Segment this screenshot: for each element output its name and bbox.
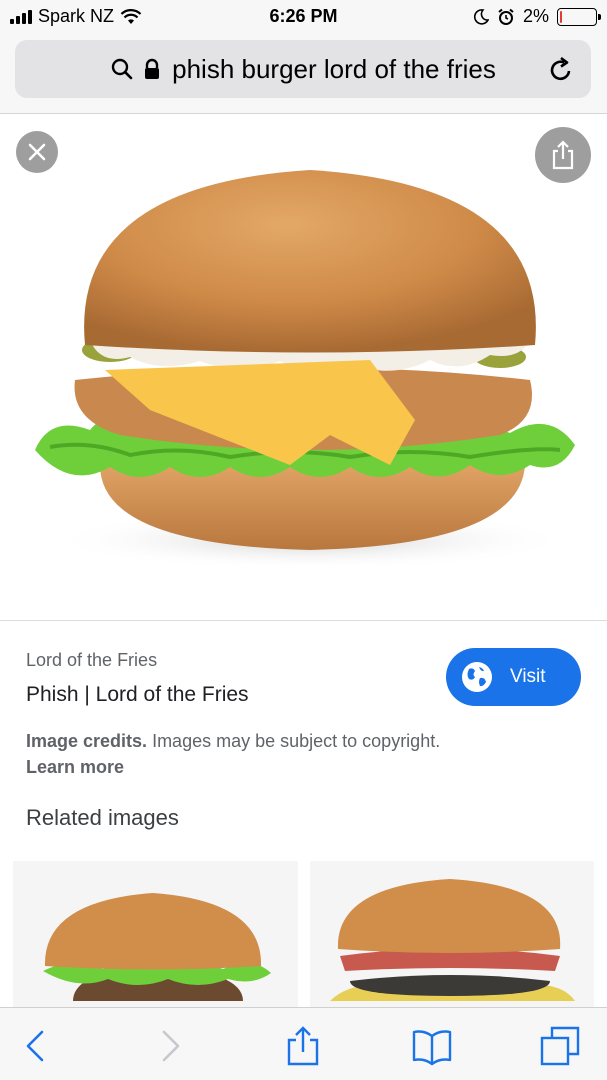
address-area: phish burger lord of the fries xyxy=(0,34,607,114)
status-bar: Spark NZ 6:26 PM 2% xyxy=(0,0,607,34)
related-image-1[interactable] xyxy=(13,861,298,1007)
browser-toolbar xyxy=(0,1007,607,1080)
burger-thumbnail xyxy=(13,861,298,1007)
site-name[interactable]: Lord of the Fries xyxy=(26,650,157,671)
page-title[interactable]: Phish | Lord of the Fries xyxy=(26,683,249,707)
related-image-2[interactable] xyxy=(310,861,594,1007)
battery-percent: 2% xyxy=(522,6,549,26)
back-icon[interactable] xyxy=(16,1026,56,1066)
tabs-icon[interactable] xyxy=(540,1026,580,1066)
battery-icon xyxy=(557,7,601,26)
learn-more-link[interactable]: Learn more xyxy=(26,757,124,777)
visit-label: Visit xyxy=(510,666,546,687)
image-viewer xyxy=(0,115,607,621)
address-bar[interactable]: phish burger lord of the fries xyxy=(15,40,591,98)
bookmarks-icon[interactable] xyxy=(412,1026,452,1066)
burger-thumbnail xyxy=(310,861,594,1007)
image-credits: Image credits. Images may be subject to … xyxy=(26,728,586,780)
burger-image xyxy=(35,170,575,565)
globe-icon xyxy=(462,662,492,692)
credits-text: Images may be subject to copyright. xyxy=(147,731,441,751)
reload-icon[interactable] xyxy=(547,56,575,84)
battery-level xyxy=(560,10,563,23)
url-text: phish burger lord of the fries xyxy=(172,53,496,84)
forward-icon[interactable] xyxy=(150,1026,190,1066)
lock-icon xyxy=(145,58,160,79)
close-icon xyxy=(28,143,46,161)
share-icon[interactable] xyxy=(283,1026,323,1066)
status-right: 2% xyxy=(473,6,601,27)
alarm-icon xyxy=(498,8,514,25)
moon-icon xyxy=(473,8,489,25)
search-icon xyxy=(111,58,133,80)
credits-heading: Image credits. xyxy=(26,731,148,751)
related-images-title: Related images xyxy=(26,805,179,830)
visit-button[interactable]: Visit xyxy=(446,648,581,706)
